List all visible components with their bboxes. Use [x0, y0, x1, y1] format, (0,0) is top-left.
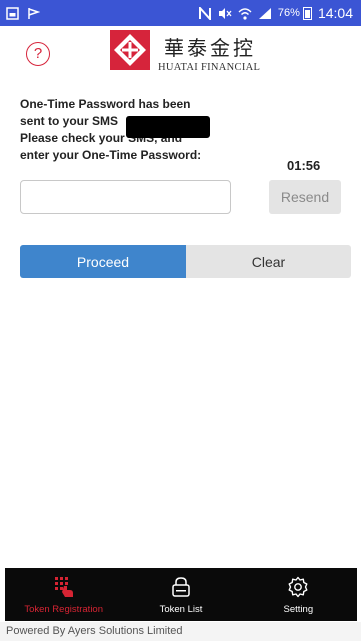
status-bar-right: 76% 14:04 [198, 5, 353, 21]
wifi-icon [238, 7, 252, 20]
bottom-navigation: Token Registration Token List Setting [5, 568, 357, 621]
nav-item-setting[interactable]: Setting [240, 568, 357, 621]
status-bar-left [6, 6, 40, 20]
mute-icon [218, 7, 232, 20]
signal-icon [258, 7, 272, 20]
redacted-phone-number [126, 116, 210, 138]
gear-icon [287, 576, 309, 598]
nav-item-token-registration[interactable]: Token Registration [5, 568, 122, 621]
huatai-logo-mark [110, 30, 150, 70]
status-bar-time: 14:04 [317, 5, 353, 21]
gallery-icon [6, 6, 19, 20]
otp-input[interactable] [20, 180, 231, 214]
otp-message-line: One-Time Password has been [20, 97, 191, 111]
nfc-icon [198, 6, 212, 20]
battery-icon [302, 6, 312, 20]
action-button-row: Proceed Clear [20, 245, 351, 278]
otp-message: One-Time Password has been sent to your … [20, 96, 340, 164]
logo-english-text: HUATAI FINANCIAL [158, 62, 261, 73]
clear-button[interactable]: Clear [186, 245, 351, 278]
powered-by-footer: Powered By Ayers Solutions Limited [0, 622, 361, 641]
proceed-button[interactable]: Proceed [20, 245, 186, 278]
nav-label: Token Registration [24, 604, 103, 615]
battery-percent: 76% [277, 7, 300, 19]
nav-item-token-list[interactable]: Token List [122, 568, 239, 621]
nav-label: Token List [159, 604, 203, 615]
token-registration-icon [53, 576, 75, 598]
otp-countdown-timer: 01:56 [287, 158, 321, 173]
flag-icon [27, 7, 40, 20]
help-icon[interactable]: ? [26, 42, 50, 66]
resend-button[interactable]: Resend [269, 180, 341, 214]
status-bar: 76% 14:04 [0, 0, 361, 26]
nav-label: Setting [283, 604, 314, 615]
app-header: ? 華泰金控 HUATAI FINANCIAL [0, 26, 361, 84]
battery-indicator: 76% [277, 6, 312, 20]
lock-icon [170, 576, 192, 598]
logo-chinese-text: 華泰金控 [164, 36, 256, 60]
